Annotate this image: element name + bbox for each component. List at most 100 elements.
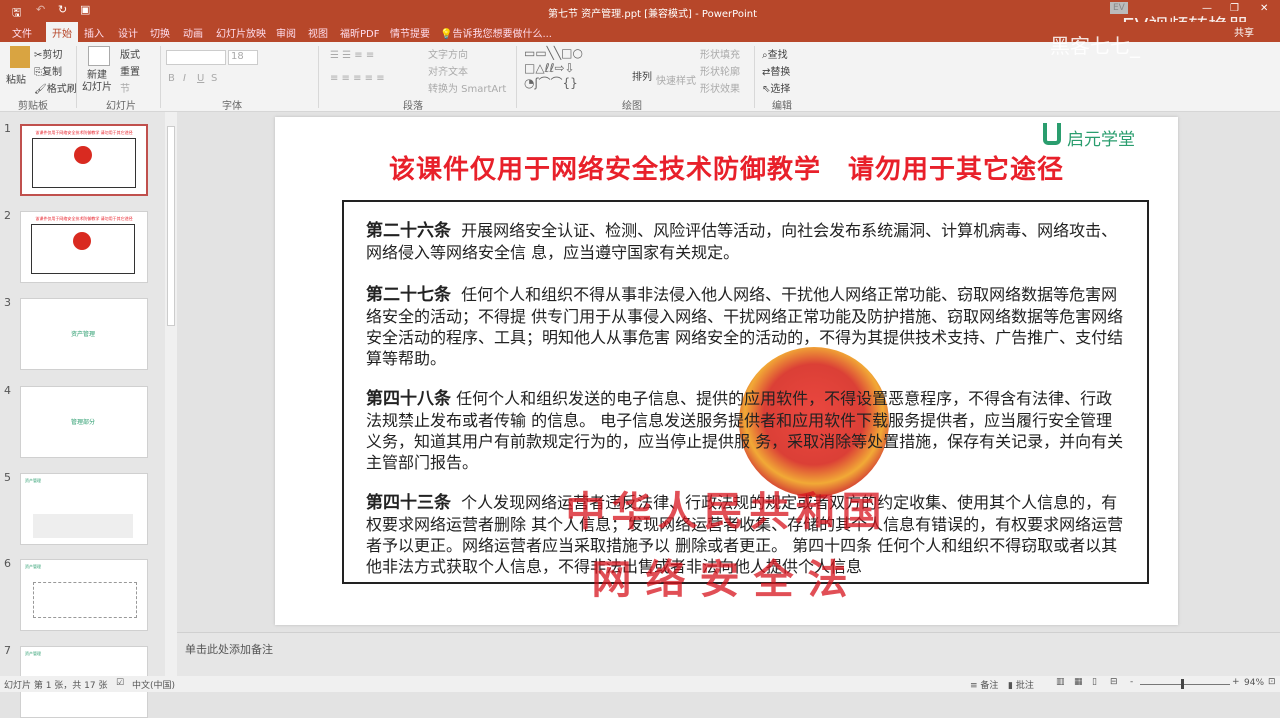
watermark-line-1: 中华人民共和国	[565, 488, 888, 535]
tab-foxit-pdf[interactable]: 福昕PDF	[340, 25, 379, 40]
tab-transitions[interactable]: 切换	[150, 25, 170, 40]
window-title: 第七节 资产管理.ppt [兼容模式] - PowerPoint	[548, 9, 757, 20]
user-watermark: 黑客七七_	[1050, 34, 1140, 58]
restore-button[interactable]: ❐	[1230, 3, 1239, 14]
scrollbar-thumb[interactable]	[167, 126, 175, 326]
notes-pane[interactable]: 单击此处添加备注	[177, 632, 1280, 676]
align-text-button[interactable]: 对齐文本	[428, 63, 468, 78]
zoom-slider-thumb[interactable]	[1181, 679, 1184, 689]
reset-button[interactable]: 重置	[120, 63, 140, 78]
redo-icon[interactable]: ↻	[58, 3, 67, 16]
tab-animations[interactable]: 动画	[183, 25, 203, 40]
copy-button[interactable]: ⎘复制	[34, 63, 62, 78]
tab-slideshow[interactable]: 幻灯片放映	[216, 25, 266, 40]
replace-button[interactable]: ⇄替换	[762, 63, 790, 78]
thumbnail-number: 2	[4, 209, 11, 222]
shape-effects-button[interactable]: 形状效果	[700, 80, 740, 95]
save-icon[interactable]: 🖫	[12, 4, 21, 23]
bold-button[interactable]: B	[168, 73, 175, 84]
italic-button[interactable]: I	[183, 73, 186, 84]
thumbnail-title: 该课件仅用于网络安全技术防御教学 请勿用于其它途径	[35, 130, 133, 135]
quick-styles-button[interactable]: 快速样式	[656, 72, 696, 87]
align-icons[interactable]: ≡ ≡ ≡ ≡ ≡	[330, 73, 385, 84]
status-bar: 幻灯片 第 1 张，共 17 张 ☑ 中文(中国) ≡ 备注 ▮ 批注 ▥ ▦ …	[0, 676, 1280, 692]
thumbnail-title: 管理部分	[71, 419, 96, 426]
article-title: 第二十七条	[366, 285, 451, 305]
undo-icon[interactable]: ↶	[36, 3, 45, 16]
text-direction-button[interactable]: 文字方向	[428, 46, 468, 61]
layout-button[interactable]: 版式	[120, 46, 140, 61]
arrange-button[interactable]: 排列	[632, 68, 652, 83]
share-button[interactable]: 共享	[1234, 24, 1254, 39]
tab-home[interactable]: 开始	[46, 22, 78, 42]
font-size-input[interactable]: 18	[228, 50, 258, 65]
find-button[interactable]: ⌕查找	[762, 46, 788, 61]
format-painter-button[interactable]: 🖌格式刷	[34, 80, 77, 95]
tab-view[interactable]: 视图	[308, 25, 328, 40]
zoom-in-button[interactable]: +	[1232, 677, 1240, 687]
minimize-button[interactable]: —	[1202, 3, 1212, 14]
font-name-input[interactable]	[166, 50, 226, 65]
paste-icon[interactable]	[10, 46, 30, 68]
slide-thumbnail-4[interactable]: 管理部分	[20, 386, 148, 458]
thumbnail-scrollbar[interactable]	[165, 112, 177, 676]
thumbnail-number: 3	[4, 296, 11, 309]
reading-view-button[interactable]: ▯	[1092, 677, 1097, 687]
tab-design[interactable]: 设计	[118, 25, 138, 40]
slide-thumbnail-pane: 1 该课件仅用于网络安全技术防御教学 请勿用于其它途径 2 该课件仅用于网络安全…	[0, 112, 165, 718]
zoom-out-button[interactable]: -	[1130, 677, 1133, 687]
bullets-icon[interactable]: ☰ ☰ ≡ ≡	[330, 50, 374, 61]
slide-thumbnail-1[interactable]: 该课件仅用于网络安全技术防御教学 请勿用于其它途径	[20, 124, 148, 196]
article-text: 任何个人和组织发送的电子信息、提供的应用软件，不得设置恶意程序，不得含有法律、行…	[366, 389, 1124, 472]
close-button[interactable]: ✕	[1260, 3, 1268, 14]
section-button[interactable]: 节	[120, 80, 130, 95]
shape-fill-button[interactable]: 形状填充	[700, 46, 740, 61]
paste-button[interactable]: 粘贴	[6, 71, 26, 86]
slide-canvas[interactable]: 启元学堂 该课件仅用于网络安全技术防御教学 请勿用于其它途径 第二十六条 开展网…	[275, 117, 1178, 625]
slide-thumbnail-6[interactable]: 资产管理	[20, 559, 148, 631]
shadow-button[interactable]: S	[211, 73, 217, 84]
normal-view-button[interactable]: ▥	[1056, 677, 1065, 687]
logo-text: 启元学堂	[1067, 130, 1135, 150]
thumbnail-title: 资产管理	[71, 331, 96, 338]
slideshow-view-button[interactable]: ⊟	[1110, 677, 1118, 687]
tab-review[interactable]: 审阅	[276, 25, 296, 40]
zoom-level[interactable]: 94%	[1244, 678, 1264, 688]
underline-button[interactable]: U	[197, 73, 204, 84]
group-label-font: 字体	[222, 101, 242, 112]
tab-file[interactable]: 文件	[12, 25, 32, 40]
select-button[interactable]: ⇖选择	[762, 80, 790, 95]
notes-placeholder[interactable]: 单击此处添加备注	[185, 641, 273, 657]
slide-thumbnail-2[interactable]: 该课件仅用于网络安全技术防御教学 请勿用于其它途径	[20, 211, 148, 283]
slide-thumbnail-5[interactable]: 资产管理	[20, 473, 148, 545]
shapes-gallery[interactable]: ▭▭╲╲□○ □△ℓℓ⇨⇩ ◔ʃ⌒⌒{}	[524, 46, 624, 92]
zoom-slider[interactable]	[1140, 684, 1230, 685]
cut-button[interactable]: ✂剪切	[34, 46, 62, 61]
tell-me-search[interactable]: 💡告诉我您想要做什么...	[440, 25, 552, 40]
smartart-button[interactable]: 转换为 SmartArt	[428, 80, 506, 95]
fit-slide-icon[interactable]: ⊡	[1268, 677, 1276, 687]
slide-sorter-button[interactable]: ▦	[1074, 677, 1083, 687]
new-slide-icon[interactable]	[88, 46, 110, 66]
article-title: 第二十六条	[366, 221, 451, 241]
slideshow-icon[interactable]: ▣	[80, 3, 90, 16]
article-48: 第四十八条 任何个人和组织发送的电子信息、提供的应用软件，不得设置恶意程序，不得…	[366, 388, 1126, 473]
article-text: 任何个人和组织不得从事非法侵入他人网络、干扰他人网络正常功能、窃取网络数据等危害…	[366, 285, 1124, 368]
article-text: 开展网络安全认证、检测、风险评估等活动，向社会发布系统漏洞、计算机病毒、网络攻击…	[366, 221, 1118, 262]
slide-headline[interactable]: 该课件仅用于网络安全技术防御教学 请勿用于其它途径	[275, 149, 1178, 186]
slide-thumbnail-3[interactable]: 资产管理	[20, 298, 148, 370]
notes-button[interactable]: ≡ 备注	[970, 678, 998, 691]
new-slide-button[interactable]: 新建 幻灯片	[82, 70, 112, 94]
lightbulb-icon: 💡	[440, 29, 453, 40]
article-26: 第二十六条 开展网络安全认证、检测、风险评估等活动，向社会发布系统漏洞、计算机病…	[366, 220, 1126, 263]
thumbnail-number: 1	[4, 122, 11, 135]
tab-storyboard[interactable]: 情节提要	[390, 25, 430, 40]
comments-button[interactable]: ▮ 批注	[1008, 678, 1034, 691]
thumbnail-title: 资产管理	[25, 564, 41, 569]
tab-insert[interactable]: 插入	[84, 25, 104, 40]
shape-outline-button[interactable]: 形状轮廓	[700, 63, 740, 78]
group-label-slides: 幻灯片	[106, 101, 136, 112]
spellcheck-icon[interactable]: ☑	[116, 678, 124, 688]
thumbnail-title: 资产管理	[25, 478, 41, 483]
language-indicator[interactable]: 中文(中国)	[132, 678, 175, 691]
